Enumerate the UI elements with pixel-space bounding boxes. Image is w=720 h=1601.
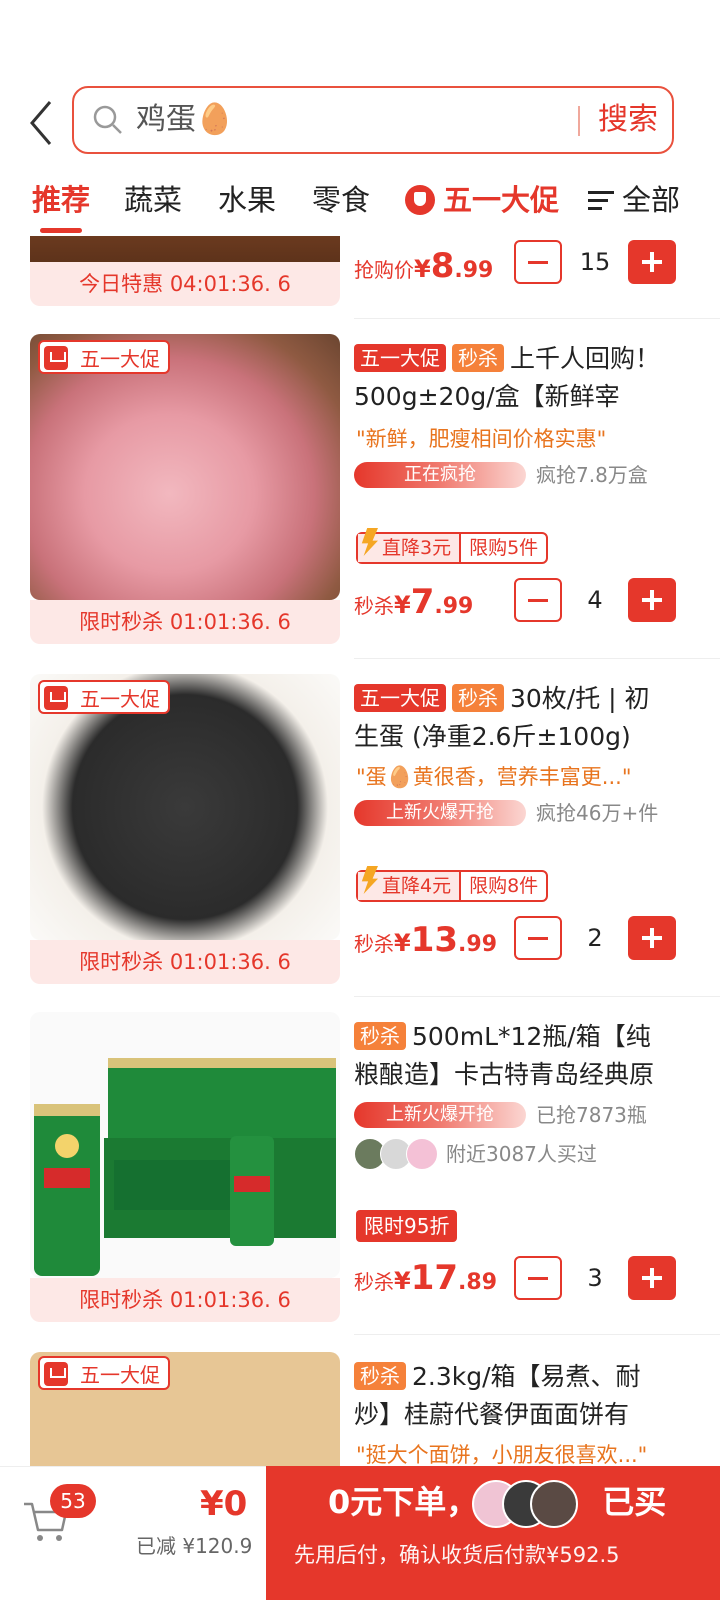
product-title-line2[interactable]: 生蛋 (净重2.6斤±100g) (354, 718, 684, 756)
qty-value[interactable]: 4 (570, 578, 620, 622)
qty-value[interactable]: 15 (570, 240, 620, 284)
beer-illustration (34, 1058, 336, 1276)
promo-pin-icon (405, 185, 435, 215)
chip-promo: 五一大促 (354, 344, 446, 372)
buyer-avatars (354, 1138, 438, 1170)
nearby-buyers-note: 附近3087人买过 (446, 1142, 597, 1166)
chip-promo: 五一大促 (354, 684, 446, 712)
product-image-beer[interactable] (30, 1012, 340, 1278)
qty-minus-button[interactable] (514, 916, 562, 960)
product-review-quote: "蛋🥚黄很香，营养丰富更..." (356, 765, 632, 789)
product-timer: 限时秒杀 01:01:36. 6 (30, 600, 340, 644)
search-input[interactable]: 鸡蛋🥚 (136, 100, 233, 140)
product-price: 秒杀¥13.99 (354, 920, 498, 960)
heat-bar: 上新火爆开抢 (354, 800, 526, 826)
sales-note: 疯抢46万+件 (536, 801, 659, 825)
qty-minus-button[interactable] (514, 1256, 562, 1300)
sales-note: 疯抢7.8万盒 (536, 463, 648, 487)
product-timer: 限时秒杀 01:01:36. 6 (30, 1278, 340, 1322)
tab-underline (40, 228, 82, 233)
product-title-line2[interactable]: 500g±20g/盒【新鲜宰 (354, 378, 684, 416)
product-price: 秒杀¥17.89 (354, 1258, 498, 1298)
cart-count-badge: 53 (50, 1484, 96, 1518)
chip-flash-sale: 秒杀 (354, 1362, 406, 1390)
tab-vegetables[interactable]: 蔬菜 (124, 180, 182, 220)
order-total: ¥0 (200, 1484, 248, 1524)
menu-lines-icon (588, 191, 614, 211)
qty-minus-button[interactable] (514, 240, 562, 284)
gift-icon (44, 686, 68, 710)
divider (354, 1334, 720, 1335)
avatar (406, 1138, 438, 1170)
tab-may-day-promo[interactable]: 五一大促 (405, 180, 559, 220)
product-title-line2[interactable]: 炒】桂蔚代餐伊面面饼有 (354, 1396, 684, 1434)
heat-bar: 上新火爆开抢 (354, 1102, 526, 1128)
order-button-subtitle: 先用后付，确认收货后付款¥592.5 (294, 1543, 620, 1567)
discount-badge: 限时95折 (356, 1210, 458, 1242)
product-price: 抢购价¥8.99 (354, 246, 494, 286)
product-title[interactable]: 秒杀 500mL*12瓶/箱【纯 (354, 1018, 684, 1056)
divider (354, 658, 720, 659)
chip-flash-sale: 秒杀 (354, 1022, 406, 1050)
qty-value[interactable]: 3 (570, 1256, 620, 1300)
promo-badge: 五一大促 (38, 680, 170, 714)
qty-minus-button[interactable] (514, 578, 562, 622)
product-title[interactable]: 秒杀 2.3kg/箱【易煮、耐 (354, 1358, 684, 1396)
heat-bar: 正在疯抢 (354, 462, 526, 488)
avatar (530, 1480, 578, 1528)
tab-recommend[interactable]: 推荐 (32, 180, 90, 220)
chip-flash-sale: 秒杀 (452, 344, 504, 372)
divider (354, 996, 720, 997)
qty-plus-button[interactable] (628, 240, 676, 284)
product-timer: 今日特惠 04:01:36. 6 (30, 262, 340, 306)
divider (354, 318, 720, 319)
search-divider (578, 106, 580, 136)
price-drop-badge: 直降3元 限购5件 (356, 532, 549, 564)
order-button[interactable]: 0元下单， 已买 先用后付，确认收货后付款¥592.5 (266, 1466, 720, 1600)
back-arrow-icon[interactable] (24, 98, 60, 148)
tab-all[interactable]: 全部 (588, 180, 680, 220)
tab-snacks[interactable]: 零食 (312, 180, 370, 220)
tab-fruits[interactable]: 水果 (218, 180, 276, 220)
qty-plus-button[interactable] (628, 578, 676, 622)
product-title[interactable]: 五一大促 秒杀 上千人回购！ (354, 340, 684, 378)
qty-plus-button[interactable] (628, 1256, 676, 1300)
search-box[interactable]: 鸡蛋🥚 搜索 (72, 86, 674, 154)
search-icon (93, 105, 122, 134)
saved-amount: 已减 ¥120.9 (136, 1534, 253, 1558)
search-button[interactable]: 搜索 (598, 98, 658, 142)
gift-icon (44, 1362, 68, 1386)
qty-value[interactable]: 2 (570, 916, 620, 960)
promo-badge: 五一大促 (38, 1356, 170, 1390)
product-title-line2[interactable]: 粮酿造】卡古特青岛经典原 (354, 1056, 684, 1094)
product-price: 秒杀¥7.99 (354, 582, 474, 622)
chip-flash-sale: 秒杀 (452, 684, 504, 712)
sales-note: 已抢7873瓶 (536, 1103, 647, 1127)
product-title[interactable]: 五一大促 秒杀 30枚/托 | 初 (354, 680, 684, 718)
promo-badge: 五一大促 (38, 340, 170, 374)
price-drop-badge: 直降4元 限购8件 (356, 870, 549, 902)
product-review-quote: "新鲜，肥瘦相间价格实惠" (356, 427, 607, 451)
gift-icon (44, 346, 68, 370)
qty-plus-button[interactable] (628, 916, 676, 960)
product-timer: 限时秒杀 01:01:36. 6 (30, 940, 340, 984)
